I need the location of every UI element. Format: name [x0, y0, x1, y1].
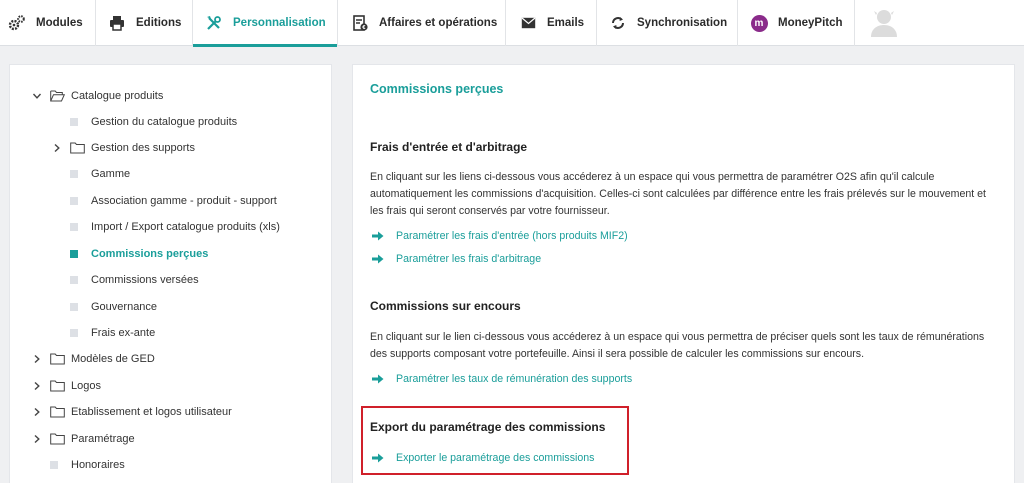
sync-icon: [609, 14, 627, 32]
bullet-square-icon: [70, 329, 78, 337]
sidebar-item-gamme[interactable]: Gamme: [70, 165, 130, 183]
folder-icon: [50, 406, 65, 418]
tab-modules[interactable]: Modules: [0, 0, 96, 46]
sidebar-item-label: Frais ex-ante: [91, 327, 156, 339]
moneypitch-logo-icon: m: [750, 14, 768, 32]
user-avatar-icon: [867, 6, 901, 41]
section-heading-export: Export du paramétrage des commissions: [370, 420, 606, 434]
envelope-icon: [519, 14, 537, 32]
tab-label: Editions: [136, 17, 182, 29]
folder-icon: [70, 142, 85, 154]
sidebar-item-label: Catalogue produits: [71, 90, 164, 102]
sidebar-item-label: Gouvernance: [91, 301, 158, 313]
moneypitch-badge: m: [750, 14, 768, 32]
bullet-square-icon: [70, 197, 78, 205]
arrow-right-icon: [372, 453, 384, 463]
sidebar-item-commissions-percues[interactable]: Commissions perçues: [70, 245, 208, 263]
tab-label: Synchronisation: [637, 17, 728, 29]
link-label: Exporter le paramétrage des commissions: [396, 452, 595, 464]
sidebar-item-label: Gestion du catalogue produits: [91, 116, 238, 128]
sidebar-item-label: Commissions versées: [91, 274, 199, 286]
bullet-square-active-icon: [70, 250, 78, 258]
chevron-right-icon: [32, 434, 42, 444]
tab-label: Affaires et opérations: [379, 17, 498, 29]
tab-synchronisation[interactable]: Synchronisation: [597, 0, 738, 46]
link-label: Paramétrer les taux de rémunération des …: [396, 373, 633, 385]
tab-editions[interactable]: Editions: [96, 0, 193, 46]
bullet-square-icon: [70, 303, 78, 311]
tab-personnalisation[interactable]: Personnalisation: [193, 0, 338, 47]
link-label: Paramétrer les frais d'entrée (hors prod…: [396, 230, 628, 242]
document-euro-icon: [351, 14, 369, 32]
sidebar-item-label: Honoraires: [71, 459, 125, 471]
chevron-right-icon: [32, 407, 42, 417]
link-label: Paramétrer les frais d'arbitrage: [396, 253, 542, 265]
section-text-encours: En cliquant sur le lien ci-dessous vous …: [370, 331, 985, 360]
sidebar-item-label: Import / Export catalogue produits (xls): [91, 221, 280, 233]
arrow-right-icon: [372, 231, 384, 241]
content-panel: Commissions perçues Frais d'entrée et d'…: [352, 64, 1015, 483]
bullet-square-icon: [70, 118, 78, 126]
arrow-right-icon: [372, 254, 384, 264]
bullet-square-icon: [70, 223, 78, 231]
folder-icon: [50, 433, 65, 445]
printer-icon: [108, 14, 126, 32]
sidebar-item-association-gamme[interactable]: Association gamme - produit - support: [70, 192, 277, 210]
sidebar-item-label: Modèles de GED: [71, 353, 155, 365]
section-heading-encours: Commissions sur encours: [370, 299, 521, 313]
sidebar-item-gestion-catalogue[interactable]: Gestion du catalogue produits: [70, 113, 237, 131]
sidebar-item-honoraires[interactable]: Honoraires: [50, 456, 125, 474]
tab-moneypitch[interactable]: m MoneyPitch: [738, 0, 855, 46]
sidebar-item-parametrage[interactable]: Paramétrage: [32, 430, 135, 448]
sidebar-item-gestion-supports[interactable]: Gestion des supports: [52, 139, 195, 157]
folder-icon: [50, 353, 65, 365]
sidebar-item-logos[interactable]: Logos: [32, 377, 101, 395]
section-text-frais: En cliquant sur les liens ci-dessous vou…: [370, 171, 986, 217]
sidebar-item-modeles-ged[interactable]: Modèles de GED: [32, 350, 155, 368]
sidebar-item-catalogue-produits[interactable]: Catalogue produits: [32, 87, 163, 105]
tab-label: Modules: [36, 17, 83, 29]
sidebar-tree: Catalogue produits Gestion du catalogue …: [9, 64, 332, 483]
tab-label: Emails: [547, 17, 585, 29]
sidebar-item-label: Gamme: [91, 168, 131, 180]
sidebar-item-label: Association gamme - produit - support: [91, 195, 277, 207]
sidebar-item-label: Paramétrage: [71, 433, 135, 445]
bullet-square-icon: [50, 461, 58, 469]
link-parametrer-frais-arbitrage[interactable]: Paramétrer les frais d'arbitrage: [372, 253, 541, 265]
chevron-right-icon: [32, 381, 42, 391]
section-heading-frais: Frais d'entrée et d'arbitrage: [370, 140, 528, 154]
gears-icon: [8, 14, 26, 32]
chevron-right-icon: [32, 354, 42, 364]
sidebar-item-label: Gestion des supports: [91, 142, 195, 154]
user-avatar-button[interactable]: [855, 0, 915, 46]
folder-open-icon: [50, 90, 65, 102]
sidebar-item-etablissement-logos[interactable]: Etablissement et logos utilisateur: [32, 403, 232, 421]
sidebar-item-label: Etablissement et logos utilisateur: [71, 406, 232, 418]
tools-icon: [205, 14, 223, 32]
chevron-down-icon: [32, 91, 42, 101]
bullet-square-icon: [70, 276, 78, 284]
highlight-box: [361, 406, 629, 475]
top-navigation: Modules Editions Personnalisation Affair…: [0, 0, 1024, 47]
page-title: Commissions perçues: [370, 82, 504, 96]
tab-label: MoneyPitch: [778, 17, 843, 29]
arrow-right-icon: [372, 374, 384, 384]
sidebar-item-label: Logos: [71, 380, 101, 392]
folder-icon: [50, 380, 65, 392]
bullet-square-icon: [70, 170, 78, 178]
tab-label: Personnalisation: [233, 17, 326, 29]
link-parametrer-frais-entree[interactable]: Paramétrer les frais d'entrée (hors prod…: [372, 230, 628, 242]
sidebar-item-frais-ex-ante[interactable]: Frais ex-ante: [70, 324, 155, 342]
tab-affaires-operations[interactable]: Affaires et opérations: [338, 0, 506, 46]
sidebar-item-commissions-versees[interactable]: Commissions versées: [70, 271, 199, 289]
tab-emails[interactable]: Emails: [506, 0, 597, 46]
link-exporter-parametrage[interactable]: Exporter le paramétrage des commissions: [372, 452, 594, 464]
sidebar-item-label: Commissions perçues: [91, 248, 209, 260]
sidebar-item-gouvernance[interactable]: Gouvernance: [70, 298, 157, 316]
sidebar-item-import-export[interactable]: Import / Export catalogue produits (xls): [70, 218, 280, 236]
chevron-right-icon: [52, 143, 62, 153]
link-parametrer-taux-remuneration[interactable]: Paramétrer les taux de rémunération des …: [372, 373, 632, 385]
